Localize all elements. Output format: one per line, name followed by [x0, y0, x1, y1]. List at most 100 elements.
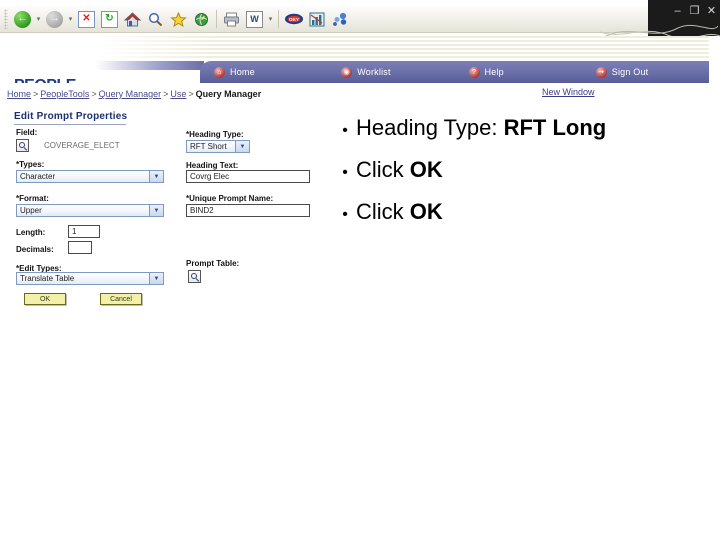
back-dropdown-chevron-icon[interactable]: ▾ — [34, 8, 43, 30]
stop-button[interactable]: ✕ — [75, 8, 98, 30]
decimals-input[interactable] — [68, 241, 92, 254]
history-button[interactable] — [190, 8, 213, 30]
chart-toolbar-button[interactable] — [305, 8, 328, 30]
types-value: Character — [20, 172, 56, 181]
nav-label-help: Help — [484, 67, 504, 77]
nav-item-home[interactable]: ⌂ Home — [200, 66, 327, 78]
edit-types-select[interactable]: Translate Table ▼ — [16, 272, 164, 285]
search-button[interactable] — [144, 8, 167, 30]
heading-type-value: RFT Short — [190, 142, 227, 151]
callout-text: Heading Type: RFT Long — [356, 108, 606, 147]
cluster-icon — [333, 12, 347, 26]
heading-type-select[interactable]: RFT Short ▼ — [186, 140, 250, 153]
decimals-label: Decimals: — [16, 245, 54, 254]
nav-item-help[interactable]: ? Help — [455, 66, 582, 78]
favorites-button[interactable] — [167, 8, 190, 30]
forward-arrow-icon: → — [46, 10, 63, 28]
worklist-icon: ◉ — [341, 66, 353, 78]
page-title-underline — [14, 124, 126, 125]
breadcrumb-item-home[interactable]: Home — [7, 89, 31, 99]
search-icon — [148, 12, 163, 26]
breadcrumb-separator: > — [188, 89, 194, 99]
chevron-down-icon: ▼ — [149, 273, 163, 284]
refresh-button[interactable]: ↻ — [98, 8, 121, 30]
printer-icon — [223, 12, 239, 26]
field-lookup-icon[interactable] — [16, 139, 29, 152]
chart-icon — [309, 12, 324, 26]
callout-emphasis: OK — [409, 157, 443, 182]
cancel-button[interactable]: Cancel — [100, 293, 142, 305]
toolbar-divider-2 — [278, 10, 279, 28]
forward-button[interactable]: → — [43, 8, 66, 30]
bullet-icon: • — [342, 206, 348, 223]
peoplesoft-logo[interactable]: PEOPLE Soft — [14, 78, 88, 84]
callout-emphasis: OK — [409, 199, 443, 224]
format-select[interactable]: Upper ▼ — [16, 204, 164, 217]
chevron-down-icon: ▼ — [235, 141, 249, 152]
oracle-oval-icon: OKY — [284, 13, 303, 25]
breadcrumb-separator: > — [163, 89, 169, 99]
heading-text-label: Heading Text: — [186, 161, 239, 170]
restore-button[interactable]: ❐ — [686, 5, 703, 17]
home-icon: ⌂ — [214, 66, 225, 78]
toolbar-divider — [216, 10, 217, 28]
nav-item-signout[interactable]: ➞ Sign Out — [582, 66, 709, 78]
minimize-button[interactable]: – — [669, 5, 686, 17]
chevron-down-icon: ▼ — [149, 171, 163, 182]
oracle-toolbar-button[interactable]: OKY — [282, 8, 305, 30]
bullet-icon: • — [342, 122, 348, 139]
toolbar-grip[interactable] — [4, 9, 8, 29]
edit-with-word-button[interactable]: W — [243, 8, 266, 30]
heading-text-value: Covrg Elec — [190, 172, 230, 181]
svg-text:OKY: OKY — [289, 17, 299, 22]
globe-icon — [195, 12, 208, 26]
types-select[interactable]: Character ▼ — [16, 170, 164, 183]
length-value: 1 — [72, 227, 77, 236]
back-button[interactable]: ← — [11, 8, 34, 30]
callout-text: Click OK — [356, 150, 443, 189]
navbar-tail — [96, 61, 204, 70]
bullet-icon: • — [342, 164, 348, 181]
breadcrumb-current: Query Manager — [195, 89, 262, 99]
callout-prefix: Heading Type: — [356, 115, 504, 140]
field-value: COVERAGE_ELECT — [44, 141, 120, 150]
callout-list: • Heading Type: RFT Long • Click OK • Cl… — [334, 108, 714, 234]
close-button[interactable]: ✕ — [703, 5, 720, 17]
breadcrumb-item-peopletools[interactable]: PeopleTools — [40, 89, 89, 99]
messenger-toolbar-button[interactable] — [328, 8, 351, 30]
global-nav-bar: ⌂ Home ◉ Worklist ? Help ➞ Sign Out — [200, 61, 709, 83]
callout-item: • Heading Type: RFT Long — [334, 108, 714, 150]
page-title: Edit Prompt Properties — [14, 111, 128, 122]
prompt-table-lookup-icon[interactable] — [188, 270, 201, 283]
print-button[interactable] — [220, 8, 243, 30]
signout-icon: ➞ — [595, 66, 607, 78]
edit-dropdown-chevron-icon[interactable]: ▾ — [266, 8, 275, 30]
field-label: Field: — [16, 128, 38, 137]
callout-prefix: Click — [356, 157, 410, 182]
nav-label-signout: Sign Out — [611, 67, 649, 77]
callout-prefix: Click — [356, 199, 410, 224]
header-stripes-fade — [96, 36, 216, 58]
types-label: *Types: — [16, 160, 45, 169]
length-label: Length: — [16, 228, 46, 237]
home-button[interactable] — [121, 8, 144, 30]
length-input[interactable]: 1 — [68, 225, 100, 238]
word-icon: W — [246, 10, 263, 28]
help-icon: ? — [468, 66, 480, 78]
unique-prompt-name-value: BIND2 — [190, 206, 214, 215]
star-icon — [170, 11, 187, 27]
callout-text: Click OK — [356, 192, 443, 231]
heading-text-input[interactable]: Covrg Elec — [186, 170, 310, 183]
forward-dropdown-chevron-icon[interactable]: ▾ — [66, 8, 75, 30]
unique-prompt-name-input[interactable]: BIND2 — [186, 204, 310, 217]
breadcrumb-item-use[interactable]: Use — [170, 89, 186, 99]
breadcrumb-item-query-manager[interactable]: Query Manager — [99, 89, 162, 99]
home-icon — [124, 11, 141, 26]
refresh-icon: ↻ — [101, 10, 118, 28]
unique-prompt-name-label: *Unique Prompt Name: — [186, 194, 274, 203]
edit-types-value: Translate Table — [20, 274, 75, 283]
nav-item-worklist[interactable]: ◉ Worklist — [327, 66, 454, 78]
ok-button[interactable]: OK — [24, 293, 66, 305]
new-window-link[interactable]: New Window — [542, 87, 595, 97]
breadcrumb-separator: > — [91, 89, 97, 99]
